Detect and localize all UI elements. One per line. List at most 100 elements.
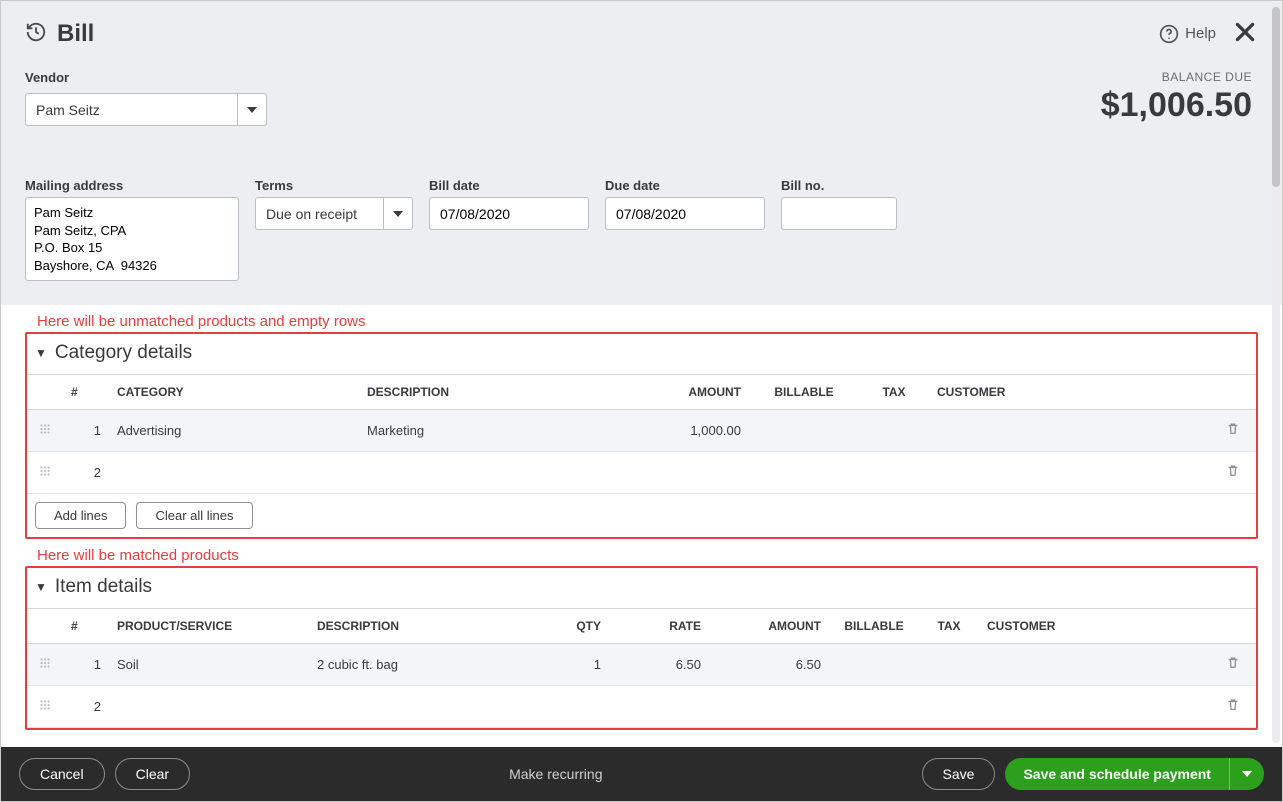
table-row[interactable]: 2: [27, 452, 1256, 494]
cell-rate[interactable]: [609, 686, 709, 728]
clear-all-lines-button[interactable]: Clear all lines: [136, 502, 252, 529]
row-index: 2: [63, 686, 109, 728]
terms-label: Terms: [255, 178, 413, 193]
cell-description[interactable]: [309, 686, 509, 728]
close-button[interactable]: [1232, 19, 1258, 48]
col-amount: AMOUNT: [709, 609, 829, 644]
category-details-title: Category details: [55, 342, 192, 364]
balance-due-amount: $1,006.50: [1101, 86, 1252, 125]
add-lines-button[interactable]: Add lines: [35, 502, 126, 529]
col-category: CATEGORY: [109, 375, 359, 410]
col-index: #: [63, 609, 109, 644]
col-tax: TAX: [919, 609, 979, 644]
due-date-label: Due date: [605, 178, 765, 193]
cell-amount[interactable]: 1,000.00: [619, 410, 749, 452]
cell-product[interactable]: Soil: [109, 644, 309, 686]
mailing-label: Mailing address: [25, 178, 239, 193]
cell-category[interactable]: [109, 452, 359, 494]
cell-tax[interactable]: [919, 686, 979, 728]
table-row[interactable]: 2: [27, 686, 1256, 728]
bill-no-label: Bill no.: [781, 178, 897, 193]
cell-rate[interactable]: 6.50: [609, 644, 709, 686]
item-details-section: ▼ Item details # PRODUCT/SERVICE DESCRIP…: [25, 566, 1258, 730]
delete-row-icon[interactable]: [1210, 452, 1256, 494]
cell-billable[interactable]: [749, 410, 859, 452]
col-product: PRODUCT/SERVICE: [109, 609, 309, 644]
cell-billable[interactable]: [829, 686, 919, 728]
vendor-select-value[interactable]: Pam Seitz: [25, 93, 237, 126]
cell-tax[interactable]: [859, 452, 929, 494]
row-index: 1: [63, 644, 109, 686]
cell-qty[interactable]: 1: [509, 644, 609, 686]
drag-handle-icon[interactable]: [27, 452, 63, 494]
cell-description[interactable]: [359, 452, 619, 494]
cell-amount[interactable]: [619, 452, 749, 494]
item-details-toggle[interactable]: ▼ Item details: [27, 568, 1256, 608]
item-table: # PRODUCT/SERVICE DESCRIPTION QTY RATE A…: [27, 608, 1256, 728]
mailing-address-input[interactable]: Pam Seitz Pam Seitz, CPA P.O. Box 15 Bay…: [25, 197, 239, 281]
save-and-schedule-split: Save and schedule payment: [1005, 758, 1264, 790]
balance-due: BALANCE DUE $1,006.50: [1101, 70, 1252, 125]
table-row[interactable]: 1Soil2 cubic ft. bag16.506.50: [27, 644, 1256, 686]
delete-row-icon[interactable]: [1210, 410, 1256, 452]
scrollbar[interactable]: [1272, 5, 1280, 743]
col-billable: BILLABLE: [749, 375, 859, 410]
col-description: DESCRIPTION: [359, 375, 619, 410]
cell-billable[interactable]: [749, 452, 859, 494]
titlebar: Bill Help: [25, 19, 1258, 48]
cell-description[interactable]: Marketing: [359, 410, 619, 452]
save-button[interactable]: Save: [922, 758, 996, 790]
caret-down-icon: ▼: [35, 346, 47, 360]
cell-description[interactable]: 2 cubic ft. bag: [309, 644, 509, 686]
col-index: #: [63, 375, 109, 410]
cell-amount[interactable]: [709, 686, 829, 728]
delete-row-icon[interactable]: [1210, 686, 1256, 728]
help-link[interactable]: Help: [1159, 24, 1216, 44]
bill-body: Here will be unmatched products and empt…: [1, 305, 1282, 747]
annotation-item: Here will be matched products: [37, 547, 1258, 564]
bill-date-input[interactable]: [429, 197, 589, 230]
cell-customer[interactable]: [929, 452, 1210, 494]
col-tax: TAX: [859, 375, 929, 410]
col-customer: CUSTOMER: [979, 609, 1210, 644]
chevron-down-icon[interactable]: [237, 93, 267, 126]
terms-select[interactable]: Due on receipt: [255, 197, 413, 230]
history-icon[interactable]: [25, 21, 47, 46]
cell-qty[interactable]: [509, 686, 609, 728]
col-description: DESCRIPTION: [309, 609, 509, 644]
category-details-toggle[interactable]: ▼ Category details: [27, 334, 1256, 374]
bill-footer: Cancel Clear Make recurring Save Save an…: [1, 747, 1282, 801]
drag-handle-icon[interactable]: [27, 686, 63, 728]
vendor-select[interactable]: Pam Seitz: [25, 93, 267, 126]
make-recurring-link[interactable]: Make recurring: [509, 766, 602, 782]
delete-row-icon[interactable]: [1210, 644, 1256, 686]
cell-amount[interactable]: 6.50: [709, 644, 829, 686]
annotation-category: Here will be unmatched products and empt…: [37, 313, 1258, 330]
cell-tax[interactable]: [859, 410, 929, 452]
terms-value[interactable]: Due on receipt: [255, 197, 383, 230]
cell-customer[interactable]: [929, 410, 1210, 452]
cell-category[interactable]: Advertising: [109, 410, 359, 452]
save-and-schedule-caret[interactable]: [1229, 758, 1264, 790]
clear-button[interactable]: Clear: [115, 758, 190, 790]
cell-product[interactable]: [109, 686, 309, 728]
drag-handle-icon[interactable]: [27, 410, 63, 452]
table-row[interactable]: 1AdvertisingMarketing1,000.00: [27, 410, 1256, 452]
page-title: Bill: [57, 20, 94, 48]
col-customer: CUSTOMER: [929, 375, 1210, 410]
col-amount: AMOUNT: [619, 375, 749, 410]
cancel-button[interactable]: Cancel: [19, 758, 105, 790]
cell-tax[interactable]: [919, 644, 979, 686]
cell-customer[interactable]: [979, 644, 1210, 686]
cell-billable[interactable]: [829, 644, 919, 686]
cell-customer[interactable]: [979, 686, 1210, 728]
bill-modal: Bill Help Vendor Pam Seitz: [0, 0, 1283, 802]
save-and-schedule-button[interactable]: Save and schedule payment: [1005, 758, 1229, 790]
chevron-down-icon[interactable]: [383, 197, 413, 230]
item-details-title: Item details: [55, 576, 152, 598]
due-date-input[interactable]: [605, 197, 765, 230]
category-details-section: ▼ Category details # CATEGORY DESCRIPTIO…: [25, 332, 1258, 539]
col-rate: RATE: [609, 609, 709, 644]
drag-handle-icon[interactable]: [27, 644, 63, 686]
bill-no-input[interactable]: [781, 197, 897, 230]
